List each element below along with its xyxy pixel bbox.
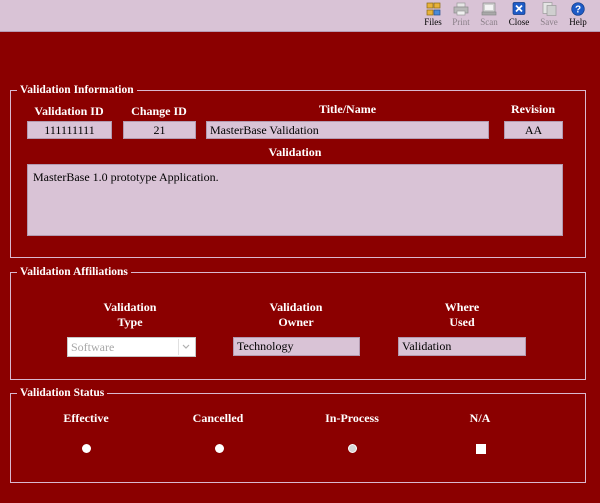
cancelled-radio[interactable] [215, 444, 224, 453]
files-button[interactable]: Files [420, 2, 446, 30]
help-button[interactable]: ? Help [565, 2, 591, 30]
chevron-down-icon[interactable] [178, 339, 193, 355]
revision-field[interactable]: AA [504, 121, 563, 139]
change-id-label: Change ID [131, 104, 187, 118]
toolbar: Files Print Scan Close Save ? Help [0, 0, 600, 32]
save-icon [542, 2, 557, 16]
validation-owner-label: Validation Owner [251, 300, 341, 330]
effective-radio[interactable] [82, 444, 91, 453]
printer-icon [453, 2, 469, 16]
title-name-field[interactable]: MasterBase Validation [206, 121, 489, 139]
validation-label: Validation [268, 145, 322, 159]
scan-button[interactable]: Scan [476, 2, 502, 30]
validation-affiliations-legend: Validation Affiliations [17, 265, 131, 279]
in-process-label: In-Process [325, 411, 379, 425]
validation-description-textarea[interactable]: MasterBase 1.0 prototype Application. [27, 164, 563, 236]
print-button[interactable]: Print [448, 2, 474, 30]
validation-status-group: Validation Status [10, 386, 586, 483]
change-id-field[interactable]: 21 [123, 121, 196, 139]
validation-status-legend: Validation Status [17, 386, 108, 400]
where-used-label: Where Used [417, 300, 507, 330]
in-process-radio[interactable] [348, 444, 357, 453]
validation-owner-label-line2: Owner [278, 315, 314, 329]
validation-id-label: Validation ID [34, 104, 104, 118]
validation-type-label: Validation Type [85, 300, 175, 330]
where-used-label-line2: Used [449, 315, 475, 329]
effective-label: Effective [63, 411, 109, 425]
validation-type-label-line1: Validation [103, 300, 157, 314]
revision-label: Revision [510, 102, 555, 116]
na-label: N/A [469, 411, 491, 425]
save-button[interactable]: Save [536, 2, 562, 30]
where-used-field[interactable]: Validation [398, 337, 526, 356]
help-icon: ? [571, 2, 585, 16]
cancelled-label: Cancelled [192, 411, 244, 425]
close-icon [512, 2, 526, 15]
validation-type-selected-value: Software [71, 340, 115, 354]
na-checkbox[interactable] [476, 444, 486, 454]
title-name-label: Title/Name [318, 102, 377, 116]
close-button[interactable]: Close [506, 2, 532, 30]
scanner-icon [481, 2, 497, 16]
where-used-label-line1: Where [444, 300, 480, 314]
validation-id-field[interactable]: 111111111 [27, 121, 112, 139]
validation-type-select[interactable]: Software [67, 337, 196, 357]
validation-type-label-line2: Type [117, 315, 143, 329]
svg-text:?: ? [575, 5, 581, 16]
validation-owner-label-line1: Validation [269, 300, 323, 314]
validation-owner-field[interactable]: Technology [233, 337, 360, 356]
folders-icon [426, 2, 441, 16]
validation-information-legend: Validation Information [17, 83, 137, 97]
